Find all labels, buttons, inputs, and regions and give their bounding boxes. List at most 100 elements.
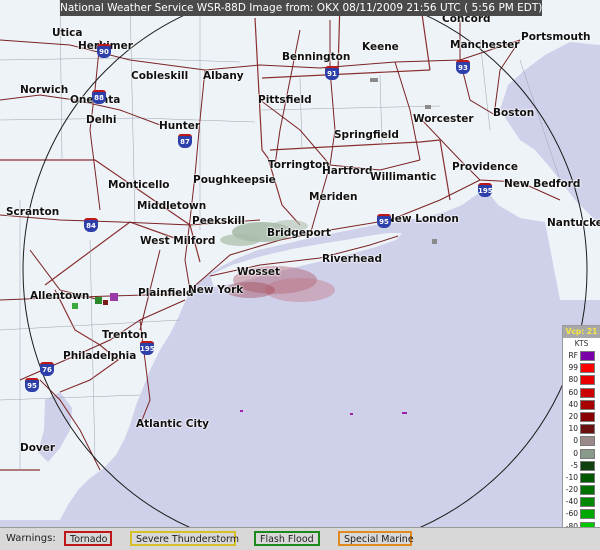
city-label: Allentown (30, 290, 90, 302)
legend-row: 40 (563, 399, 600, 411)
legend-row: -5 (563, 460, 600, 472)
city-label: Keene (362, 41, 399, 53)
legend-value: -40 (565, 497, 578, 507)
highway-shield-icon: 84 (84, 218, 98, 232)
highway-shield-icon: 91 (325, 66, 339, 80)
legend-swatch (580, 351, 595, 361)
legend-units: KTS (574, 339, 589, 348)
legend-row: 10 (563, 423, 600, 435)
legend-swatch (580, 509, 595, 520)
city-label: Bennington (282, 51, 351, 63)
highway-shield-icon: 95 (377, 214, 391, 228)
legend-value: RF (568, 351, 578, 360)
legend-row: RF (563, 350, 600, 362)
legend-value: 80 (568, 375, 578, 385)
legend-value: -5 (570, 460, 578, 470)
city-label: Monticello (108, 179, 170, 191)
city-label: Worcester (413, 113, 474, 125)
city-label: Pittsfield (258, 94, 312, 106)
warnings-title: Warnings: (6, 533, 56, 544)
city-label: Nantucket (547, 217, 600, 229)
legend-swatch (580, 375, 595, 386)
city-label: New Bedford (504, 178, 581, 190)
city-label: Norwich (20, 84, 69, 96)
city-label: Bridgeport (267, 227, 331, 239)
highway-shield-icon: 76 (40, 362, 54, 376)
city-label: Middletown (137, 200, 207, 212)
city-label: Delhi (86, 114, 117, 126)
city-label: Portsmouth (521, 31, 591, 43)
city-label: Dover (20, 442, 56, 454)
legend-value: -10 (565, 472, 578, 482)
warning-special-marine[interactable]: Special Marine (338, 531, 414, 546)
legend-value: 20 (568, 411, 578, 421)
highway-shield-icon: 87 (178, 134, 192, 148)
city-label: Torrington (268, 159, 330, 171)
radar-map[interactable] (0, 0, 600, 550)
warning-tornado[interactable]: Tornado (64, 531, 112, 546)
city-label: Plainfield (138, 287, 194, 299)
city-label: Utica (52, 27, 83, 39)
legend-swatch (580, 448, 595, 459)
legend-swatch (580, 387, 595, 398)
legend-swatch (580, 485, 595, 496)
highway-shield-icon: 93 (456, 60, 470, 74)
legend-row: -60 (563, 508, 600, 520)
city-label: Albany (203, 70, 244, 82)
legend-swatch (580, 363, 595, 374)
legend-swatch (580, 424, 595, 435)
city-label: Hartford (322, 165, 373, 177)
legend-row: 0 (563, 435, 600, 447)
legend-swatch (580, 436, 595, 447)
city-label: New York (188, 284, 244, 296)
legend-value: 99 (568, 363, 578, 373)
image-title-bar: National Weather Service WSR-88D Image f… (60, 0, 543, 16)
vcp-label: Vcp: 21 (563, 326, 600, 338)
city-label: Peekskill (192, 215, 245, 227)
legend-swatch (580, 460, 595, 471)
legend-row: -20 (563, 484, 600, 496)
legend-row: 0 (563, 448, 600, 460)
legend-row: -40 (563, 496, 600, 508)
warning-severe-thunderstorm[interactable]: Severe Thunderstorm (130, 531, 239, 546)
legend-swatch (580, 399, 595, 410)
warnings-bar: Warnings: Tornado Severe Thunderstorm Flas… (0, 527, 600, 550)
city-label: Hunter (159, 120, 201, 132)
city-label: Atlantic City (136, 418, 209, 430)
city-label: Boston (493, 107, 535, 119)
warning-flash-flood[interactable]: Flash Flood (254, 531, 320, 546)
legend-rows: RF99806040201000-5-10-20-40-60-80-99ND (563, 350, 600, 550)
legend-value: 40 (568, 399, 578, 409)
legend-row: 99 (563, 362, 600, 374)
city-label: Wosset (237, 266, 281, 278)
legend-swatch (580, 497, 595, 508)
legend-value: -60 (565, 509, 578, 519)
city-label: West Milford (140, 235, 216, 247)
highway-shield-icon: 195 (140, 341, 155, 355)
legend-value: 10 (568, 424, 578, 434)
legend-value: 60 (568, 387, 578, 397)
legend-swatch (580, 472, 595, 483)
highway-shield-icon: 195 (478, 183, 493, 197)
city-label: Willimantic (370, 171, 437, 183)
city-label: Manchester (450, 39, 520, 51)
legend-swatch (580, 411, 595, 422)
city-label: Cobleskill (131, 70, 189, 82)
city-label: Trenton (102, 329, 148, 341)
city-label: Poughkeepsie (193, 174, 276, 186)
legend-value: 0 (573, 436, 578, 446)
radar-viewer: UticaHerkimerCobleskillAlbanyBenningtonK… (0, 0, 600, 550)
highway-shield-icon: 95 (25, 378, 39, 392)
legend-value: 0 (573, 448, 578, 458)
city-label: Philadelphia (63, 350, 137, 362)
highway-shield-icon: 90 (97, 44, 111, 58)
legend-row: 80 (563, 374, 600, 386)
legend-row: 60 (563, 387, 600, 399)
city-label: Providence (452, 161, 518, 173)
legend-value: -20 (565, 485, 578, 495)
velocity-legend: Vcp: 21 KTS RF 99 80 60 40 20 10 0 0 -5 -10 -20 -40 -… (562, 325, 600, 550)
city-label: New London (386, 213, 459, 225)
city-label: Scranton (6, 206, 60, 218)
city-label: Riverhead (322, 253, 383, 265)
legend-row: -10 (563, 472, 600, 484)
